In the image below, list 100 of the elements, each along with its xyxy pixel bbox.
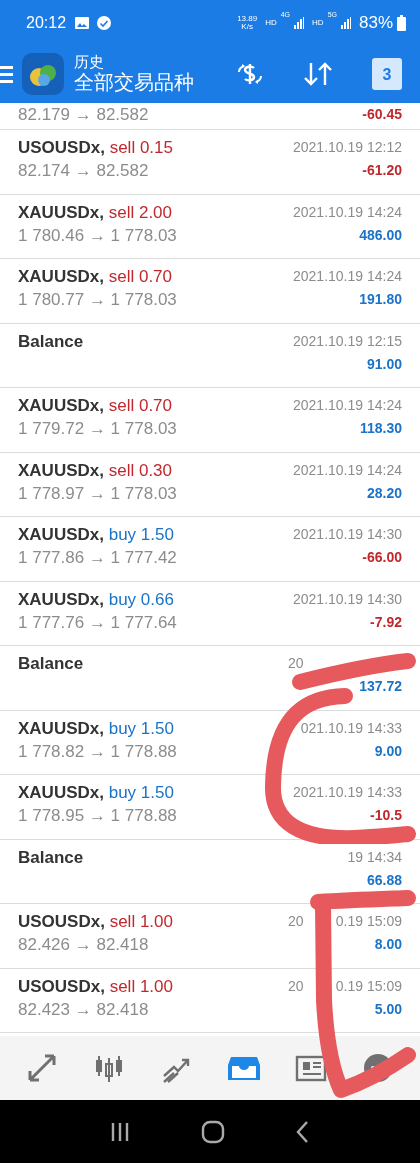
order-type: sell 1.00 (109, 976, 173, 996)
profit-value: 118.30 (359, 419, 402, 438)
profit-value: 66.88 (366, 870, 402, 890)
deal-row[interactable]: Balance 20 137.72 (0, 646, 420, 711)
order-type: sell 0.30 (108, 460, 173, 480)
price-range: 1 778.82 → 1 778.88 (18, 740, 177, 763)
deal-symbol: XAUUSDx, (18, 783, 104, 802)
order-type: sell 0.70 (108, 396, 173, 415)
deal-row[interactable]: XAUUSDx, sell 0.70 1 779.72 → 1 778.03 2021.10.19 14:24 118.30 (0, 388, 420, 453)
deal-row[interactable]: XAUUSDx, buy 1.50 1 778.82 → 1 778.88 021.10.19 14:33 9.00 (0, 710, 420, 775)
deal-time: 19 14:34 (347, 847, 402, 867)
price-range: 1 777.76 → 1 777.64 (18, 611, 177, 634)
deal-time: 2021.10.19 14:24 (293, 267, 402, 286)
net-speed-unit: K/s (240, 22, 254, 31)
deal-time: 2021.10.19 14:24 (293, 202, 402, 222)
order-type: buy 1.50 (108, 525, 174, 544)
menu-icon[interactable] (0, 64, 14, 84)
deal-row[interactable]: USOUSDx, sell 0.15 82.174 → 82.582 2021.10.19 12:12 -61.20 (0, 130, 420, 195)
profit-value: -61.20 (362, 161, 402, 180)
profit-value: 28.20 (366, 483, 402, 503)
network-label: HD (265, 16, 277, 29)
price-range: 1 778.97 → 1 778.03 (18, 482, 177, 505)
price-range: 82.426 → 82.418 (18, 934, 150, 956)
deal-symbol: XAUUSDx, (18, 202, 104, 222)
deal-symbol: XAUUSDx, (18, 718, 104, 738)
order-type: buy 1.50 (108, 783, 174, 802)
calendar-day: 3 (382, 63, 392, 87)
deal-symbol: XAUUSDx, (18, 589, 104, 609)
deal-symbol: XAUUSDx, (18, 267, 104, 286)
deal-symbol: XAUUSDx, (18, 460, 104, 480)
image-icon (74, 15, 91, 30)
price-range: 82.174 → 82.582 (18, 160, 150, 182)
order-type: buy 1.50 (108, 718, 174, 738)
deal-time: 20 (288, 976, 304, 996)
price-range: 1 780.77 → 1 778.03 (18, 289, 177, 311)
deal-row[interactable]: XAUUSDx, sell 0.30 1 778.97 → 1 778.03 2021.10.19 14:24 28.20 (0, 452, 420, 517)
price-range: 1 777.86 → 1 777.42 (18, 547, 177, 569)
check-icon (96, 14, 113, 31)
deal-symbol: Balance (18, 654, 84, 673)
deal-time: 021.10.19 14:33 (300, 718, 402, 738)
deal-row[interactable]: USOUSDx, sell 1.00 82.423 → 82.418 20 0.19 15:09 5.00 (0, 968, 420, 1033)
deal-time: 2021.10.19 14:33 (293, 783, 402, 802)
profit-value: -10.5 (370, 806, 402, 825)
deal-row[interactable]: XAUUSDx, sell 0.70 1 780.77 → 1 778.03 2021.10.19 14:24 191.80 (0, 259, 420, 324)
deal-symbol: USOUSDx, (18, 912, 105, 931)
order-type: sell 1.00 (109, 912, 173, 931)
deal-time: 2021.10.19 12:12 (293, 138, 402, 157)
back-icon[interactable] (295, 1119, 311, 1144)
signal-icon (294, 16, 305, 29)
deal-time: 2021.10.19 12:15 (293, 331, 402, 351)
order-type: sell 0.70 (108, 267, 173, 286)
profit-value: -66.00 (362, 548, 402, 567)
profit-value: 5.00 (374, 999, 402, 1019)
deal-row[interactable]: 82.179 → 82.582 -60.45 (0, 103, 420, 130)
screen-subtitle[interactable]: 全部交易品种 (74, 70, 194, 95)
profit-value: 91.00 (366, 354, 402, 374)
deal-time: 20 (288, 654, 304, 673)
profit-value: 137.72 (359, 677, 402, 696)
deal-time: 2021.10.19 14:24 (293, 460, 402, 480)
deal-symbol: XAUUSDx, (18, 396, 104, 415)
profit-value: -7.92 (370, 612, 402, 632)
order-type: buy 0.66 (108, 589, 174, 609)
net-speed: 13.89 (237, 14, 258, 23)
price-range: 82.423 → 82.418 (18, 998, 150, 1021)
order-type: sell 0.15 (109, 138, 173, 157)
profit-value: 191.80 (359, 290, 402, 309)
profit-value: 8.00 (374, 935, 402, 954)
deal-row[interactable]: XAUUSDx, buy 0.66 1 777.76 → 1 777.64 2021.10.19 14:30 -7.92 (0, 581, 420, 646)
deal-time: 2021.10.19 14:30 (293, 589, 402, 609)
deal-symbol: Balance (18, 847, 84, 867)
deal-time: 20 (288, 912, 304, 931)
battery-icon (397, 14, 406, 31)
deal-symbol: USOUSDx, (18, 138, 105, 157)
deal-row[interactable]: XAUUSDx, buy 1.50 1 777.86 → 1 777.42 2021.10.19 14:30 -66.00 (0, 517, 420, 582)
price-range: 1 778.95 → 1 778.88 (18, 805, 177, 827)
deal-row[interactable]: Balance 19 14:34 66.88 (0, 839, 420, 904)
network-label: HD (312, 16, 324, 29)
deal-time: 0.19 15:09 (335, 912, 402, 931)
deal-time: 0.19 15:09 (335, 976, 402, 996)
app-logo-icon (22, 53, 64, 95)
screen-title: 历史 (74, 53, 105, 71)
profit-value: 9.00 (374, 741, 402, 761)
battery-level: 83% (358, 11, 393, 34)
profit-value: -60.45 (362, 105, 402, 124)
order-type: sell 2.00 (108, 202, 173, 222)
deal-symbol: USOUSDx, (18, 976, 105, 996)
price-range: 82.179 → 82.582 (18, 104, 149, 126)
deal-symbol: Balance (18, 331, 84, 351)
home-icon[interactable] (201, 1119, 225, 1144)
price-range: 1 779.72 → 1 778.03 (18, 418, 177, 440)
deal-row[interactable]: USOUSDx, sell 1.00 82.426 → 82.418 20 0.19 15:09 8.00 (0, 904, 420, 969)
deal-row[interactable]: XAUUSDx, sell 2.00 1 780.46 → 1 778.03 2021.10.19 14:24 486.00 (0, 194, 420, 259)
deal-row[interactable]: XAUUSDx, buy 1.50 1 778.95 → 1 778.88 2021.10.19 14:33 -10.5 (0, 775, 420, 840)
deal-time: 2021.10.19 14:30 (293, 525, 402, 544)
price-range: 1 780.46 → 1 778.03 (18, 224, 177, 247)
deal-symbol: XAUUSDx, (18, 525, 104, 544)
recent-apps-icon[interactable] (109, 1120, 131, 1143)
profit-value: 486.00 (359, 225, 402, 245)
sort-icon[interactable] (302, 60, 334, 88)
deal-row[interactable]: Balance 2021.10.19 12:15 91.00 (0, 323, 420, 388)
